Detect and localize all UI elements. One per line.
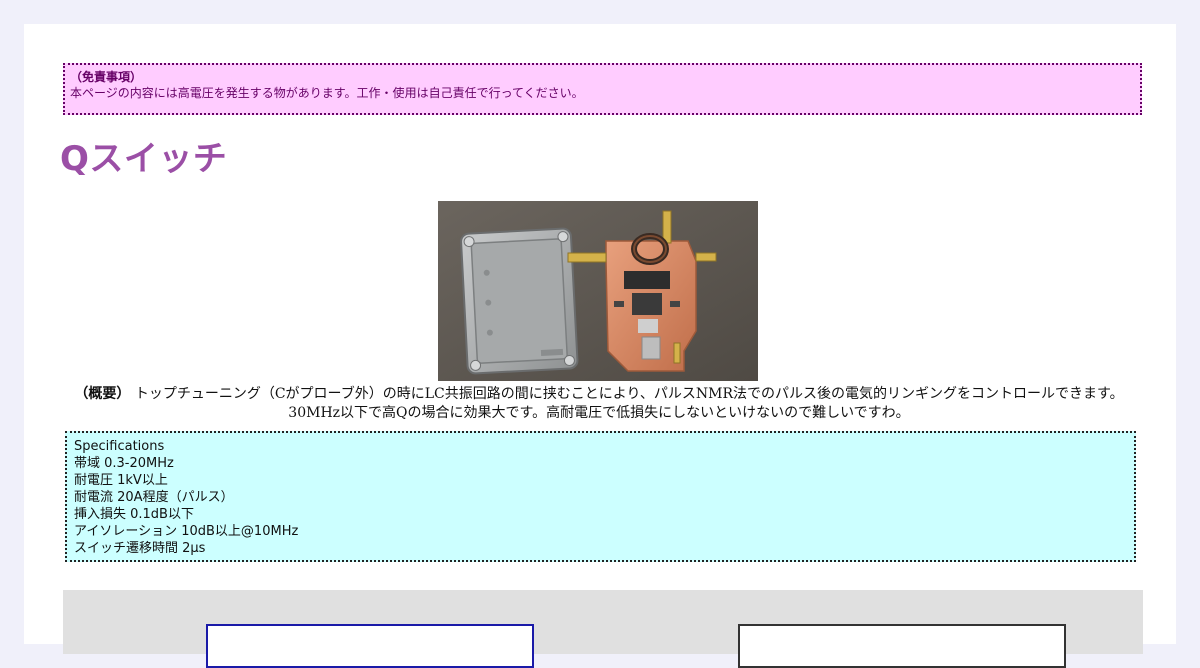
disclaimer-text: 本ページの内容には高電圧を発生する物があります。工作・使用は自己責任で行ってくだ… — [70, 86, 584, 100]
spec-item: 耐電流 20A程度（パルス） — [74, 490, 234, 505]
page-title: Qスイッチ — [60, 139, 228, 179]
disclaimer-box: （免責事項） 本ページの内容には高電圧を発生する物があります。工作・使用は自己責… — [63, 63, 1142, 115]
link-box-right[interactable] — [738, 624, 1066, 668]
summary-label: （概要） — [74, 386, 131, 402]
spec-item: スイッチ遷移時間 2μs — [74, 541, 206, 556]
link-box-left[interactable] — [206, 624, 534, 668]
summary-line-2: 30MHz以下で高Qの場合に効果大です。高耐電圧で低損失にしないといけないので難… — [288, 405, 910, 421]
q-switch-photo — [438, 201, 758, 381]
page-container: （免責事項） 本ページの内容には高電圧を発生する物があります。工作・使用は自己責… — [24, 24, 1176, 668]
specs-heading: Specifications — [74, 439, 165, 454]
summary-text: （概要） トップチューニング（Cがプローブ外）の時にLC共振回路の間に挟むことに… — [64, 385, 1134, 423]
spec-item: アイソレーション 10dB以上@10MHz — [74, 524, 299, 539]
q-switch-photo-graphic — [438, 201, 758, 381]
spec-item: 耐電圧 1kV以上 — [74, 473, 168, 488]
specifications-box: Specifications 帯域 0.3-20MHz 耐電圧 1kV以上 耐電… — [65, 431, 1136, 562]
spec-item: 帯域 0.3-20MHz — [74, 456, 174, 471]
summary-line-1: （概要） トップチューニング（Cがプローブ外）の時にLC共振回路の間に挟むことに… — [64, 385, 1134, 404]
spec-item: 挿入損失 0.1dB以下 — [74, 507, 194, 522]
summary-line-1-text: トップチューニング（Cがプローブ外）の時にLC共振回路の間に挟むことにより、パル… — [134, 386, 1124, 402]
disclaimer-title: （免責事項） — [70, 70, 143, 84]
bottom-section — [63, 590, 1143, 668]
